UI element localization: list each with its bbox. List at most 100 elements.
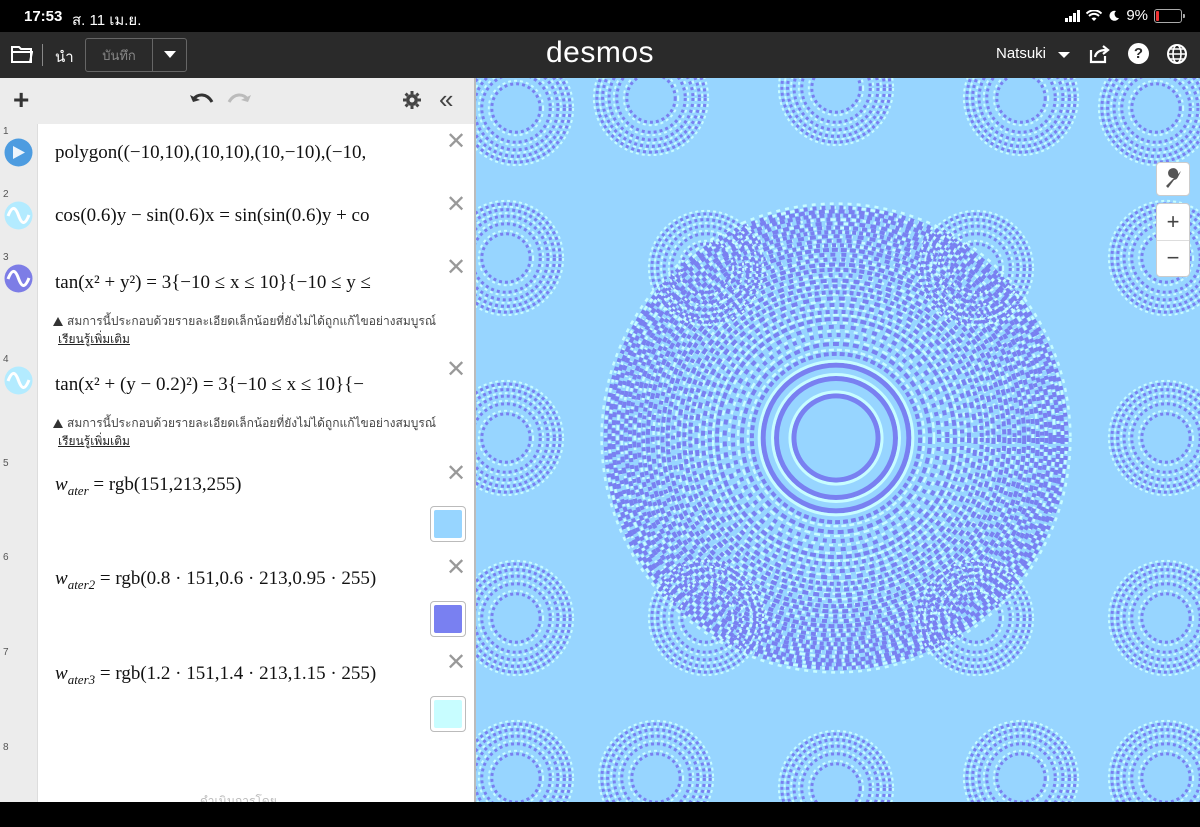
undo-icon[interactable]: [189, 90, 215, 110]
user-caret-icon[interactable]: [1058, 52, 1070, 58]
expression-math[interactable]: water2 = rgb(0.8 · 151,0.6 · 213,0.95 · …: [55, 568, 437, 593]
expression-row[interactable]: 4 tan(x² + (y − 0.2)²) = 3{−10 ≤ x ≤ 10}{…: [0, 352, 474, 457]
delete-expression-icon[interactable]: ✕: [446, 556, 466, 580]
delete-expression-icon[interactable]: ✕: [446, 651, 466, 675]
expression-number: 7: [3, 647, 9, 658]
expression-math[interactable]: cos(0.6)y − sin(0.6)x = sin(sin(0.6)y + …: [55, 205, 437, 227]
expression-lhs: cos(0.6)y − sin(0.6)x: [55, 205, 215, 226]
status-date: ส. 11 เม.ย.: [72, 12, 142, 29]
color-swatch[interactable]: [430, 506, 466, 542]
expression-row[interactable]: 1 polygon((−10,10),(10,10),(10,−10),(−10,…: [0, 124, 474, 188]
wrench-icon: [1166, 168, 1181, 188]
zoom-out-button[interactable]: −: [1157, 240, 1189, 276]
expression-gutter: 8: [0, 740, 38, 802]
delete-expression-icon[interactable]: ✕: [446, 256, 466, 280]
expression-gutter: 3: [0, 250, 38, 352]
powered-by-note: ดำเนินการโดย: [200, 794, 277, 802]
expression-rhs: = rgb(1.2 · 151,1.4 · 213,1.15 · 255): [95, 663, 377, 684]
settings-gear-icon[interactable]: [402, 90, 422, 110]
variable-name: w: [55, 568, 68, 589]
share-icon[interactable]: [1088, 43, 1110, 65]
variable-subscript: ater: [67, 482, 89, 498]
collapse-panel-icon[interactable]: «: [439, 86, 454, 112]
warning-text: สมการนี้ประกอบด้วยรายละเอียดเล็กน้อยที่ย…: [67, 314, 436, 328]
expression-row[interactable]: 6 water2 = rgb(0.8 · 151,0.6 · 213,0.95 ·…: [0, 550, 474, 646]
delete-expression-icon[interactable]: ✕: [446, 358, 466, 382]
expression-number: 3: [3, 252, 9, 263]
variable-name: w: [55, 474, 68, 495]
learn-more-link[interactable]: เรียนรู้เพิ่มเติม: [58, 432, 130, 451]
graph-paper[interactable]: + −: [476, 78, 1200, 802]
color-swatch-fill: [434, 700, 462, 728]
expression-gutter: 4: [0, 352, 38, 456]
expressions-panel: + « 1 polygon((−10,10),(10,10),(10,−10),(…: [0, 78, 474, 802]
zoom-in-button[interactable]: +: [1157, 204, 1189, 241]
warning-message: สมการนี้ประกอบด้วยรายละเอียดเล็กน้อยที่ย…: [53, 312, 445, 331]
header-divider: [42, 44, 43, 66]
learn-more-link[interactable]: เรียนรู้เพิ่มเติม: [58, 330, 130, 349]
status-bar: 17:53 ส. 11 เม.ย. 9%: [0, 0, 1200, 32]
expression-row[interactable]: 2 cos(0.6)y − sin(0.6)x = sin(sin(0.6)y +…: [0, 187, 474, 251]
expression-math[interactable]: water = rgb(151,213,255): [55, 474, 437, 499]
warning-message: สมการนี้ประกอบด้วยรายละเอียดเล็กน้อยที่ย…: [53, 414, 445, 433]
status-indicators: 9%: [1065, 7, 1185, 24]
delete-expression-icon[interactable]: ✕: [446, 130, 466, 154]
status-time: 17:53: [24, 8, 63, 25]
zoom-controls: + −: [1156, 203, 1190, 277]
graph-style-icon[interactable]: [4, 366, 33, 395]
expression-number: 5: [3, 458, 9, 469]
warning-text: สมการนี้ประกอบด้วยรายละเอียดเล็กน้อยที่ย…: [67, 416, 436, 430]
expression-row[interactable]: 5 water = rgb(151,213,255) ✕: [0, 456, 474, 551]
expression-row[interactable]: 3 tan(x² + y²) = 3{−10 ≤ x ≤ 10}{−10 ≤ y …: [0, 250, 474, 353]
color-swatch[interactable]: [430, 601, 466, 637]
color-swatch-fill: [434, 510, 462, 538]
battery-icon: [1154, 8, 1185, 23]
expression-math[interactable]: water3 = rgb(1.2 · 151,1.4 · 213,1.15 · …: [55, 663, 437, 688]
app-header: นำ บันทึก desmos Natsuki ?: [0, 32, 1200, 78]
expression-number: 8: [3, 742, 9, 753]
expression-row[interactable]: 7 water3 = rgb(1.2 · 151,1.4 · 213,1.15 ·…: [0, 645, 474, 741]
delete-expression-icon[interactable]: ✕: [446, 193, 466, 217]
warning-icon: [53, 419, 63, 428]
expression-number: 1: [3, 126, 9, 137]
expression-rhs: = rgb(0.8 · 151,0.6 · 213,0.95 · 255): [95, 568, 377, 589]
add-item-button[interactable]: +: [13, 86, 29, 114]
color-swatch[interactable]: [430, 696, 466, 732]
expression-math[interactable]: polygon((−10,10),(10,10),(10,−10),(−10,: [55, 142, 437, 164]
variable-name: w: [55, 663, 68, 684]
import-label[interactable]: นำ: [55, 45, 74, 69]
expression-gutter: 1: [0, 124, 38, 187]
signal-icon: [1065, 9, 1081, 22]
globe-icon[interactable]: [1166, 43, 1188, 65]
expression-math[interactable]: tan(x² + (y − 0.2)²) = 3{−10 ≤ x ≤ 10}{−: [55, 374, 437, 396]
warning-icon: [53, 317, 63, 326]
expression-math[interactable]: tan(x² + y²) = 3{−10 ≤ x ≤ 10}{−10 ≤ y ≤: [55, 272, 437, 294]
expression-number: 6: [3, 552, 9, 563]
color-swatch-fill: [434, 605, 462, 633]
variable-subscript: ater3: [67, 671, 96, 687]
bottom-bar: [0, 802, 1200, 827]
expression-number: 2: [3, 189, 9, 200]
graph-canvas[interactable]: [476, 78, 1200, 802]
expression-rhs: = rgb(151,213,255): [88, 474, 242, 495]
graph-settings-button[interactable]: [1156, 162, 1190, 196]
graph-background: [476, 78, 1200, 802]
polygon-icon[interactable]: [4, 138, 33, 167]
save-group: บันทึก: [85, 38, 187, 72]
moon-icon: [1109, 10, 1120, 21]
caret-down-icon: [163, 51, 176, 58]
expression-gutter: 2: [0, 187, 38, 250]
expression-rhs: sin(sin(0.6)y + co: [234, 205, 370, 226]
redo-icon[interactable]: [226, 90, 252, 110]
save-button[interactable]: บันทึก: [86, 39, 153, 71]
save-dropdown-button[interactable]: [153, 39, 186, 71]
expressions-toolbar: + «: [0, 78, 474, 125]
help-icon[interactable]: ?: [1128, 43, 1149, 64]
folder-icon[interactable]: [11, 44, 33, 64]
user-menu[interactable]: Natsuki: [996, 45, 1046, 62]
delete-expression-icon[interactable]: ✕: [446, 462, 466, 486]
expression-gutter: 7: [0, 645, 38, 740]
graph-style-icon[interactable]: [4, 264, 33, 293]
battery-percent: 9%: [1126, 7, 1148, 24]
graph-style-icon[interactable]: [4, 201, 33, 230]
